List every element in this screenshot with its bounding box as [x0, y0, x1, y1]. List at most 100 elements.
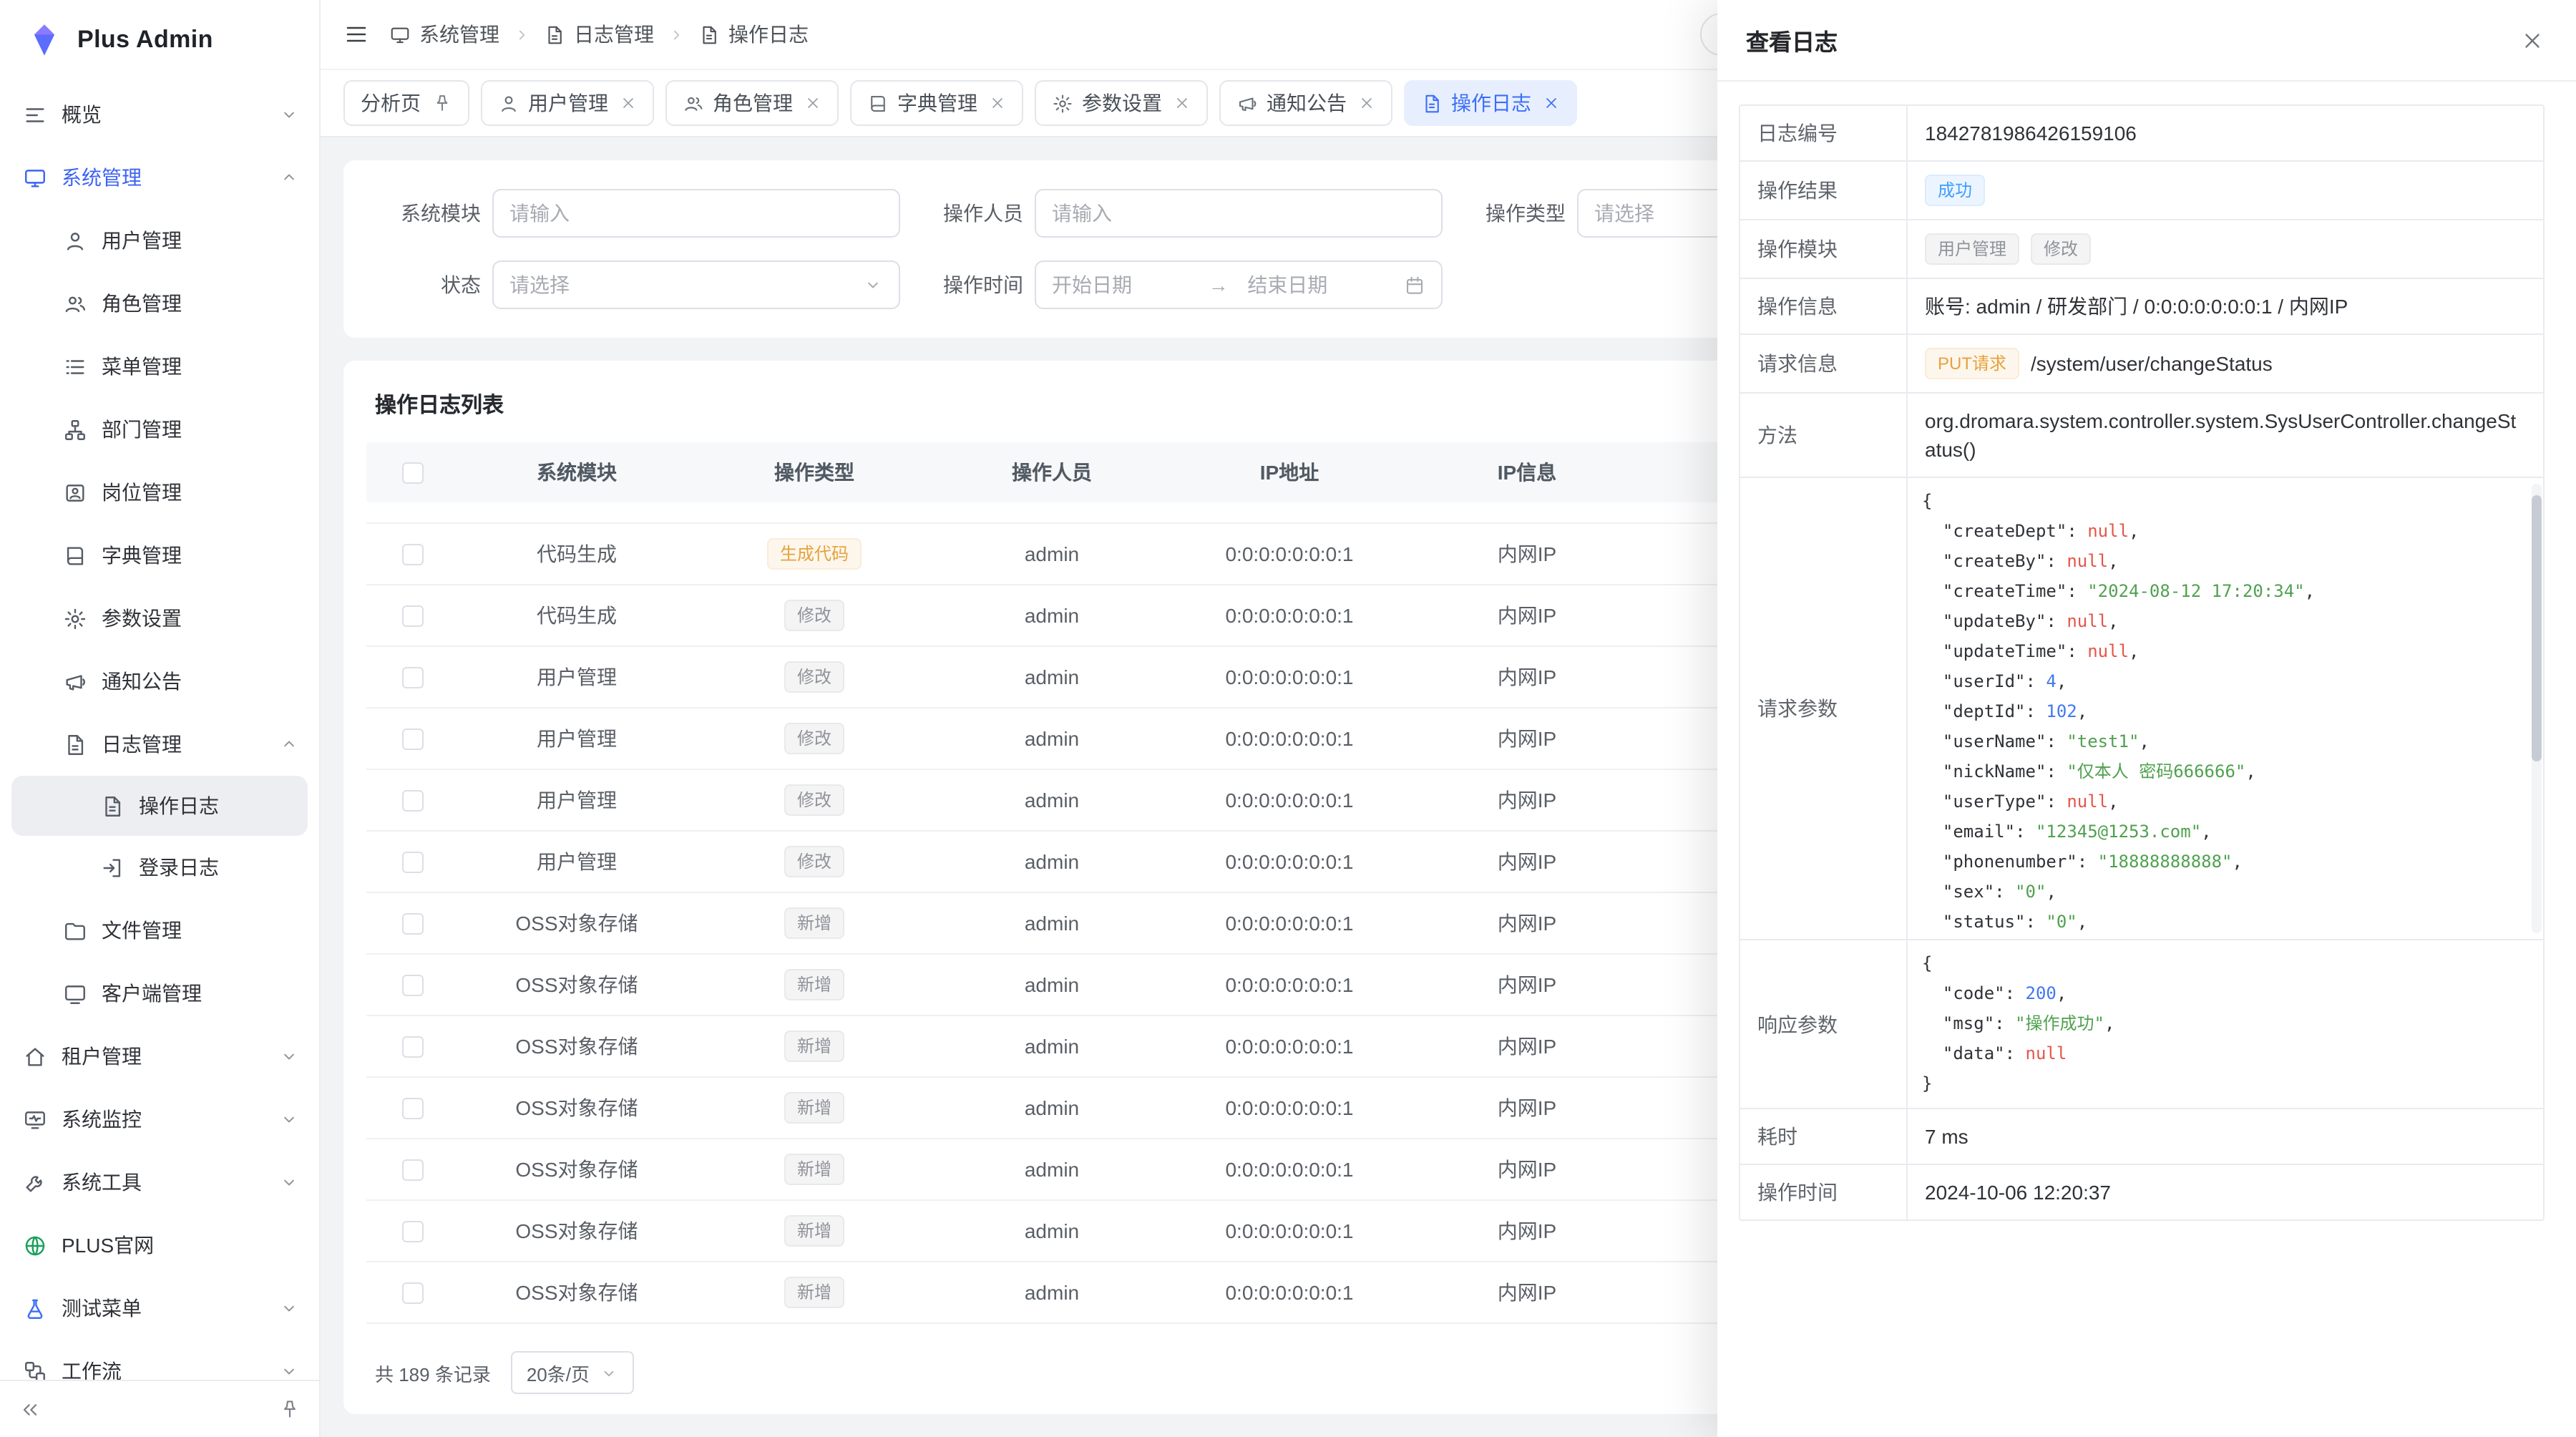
- chevron-down-icon: [600, 1363, 618, 1382]
- cell-operator: admin: [933, 604, 1171, 627]
- row-checkbox[interactable]: [401, 1036, 423, 1057]
- list-icon: [63, 354, 87, 379]
- row-checkbox[interactable]: [401, 851, 423, 872]
- close-tab-icon[interactable]: [1358, 94, 1375, 112]
- detail-label: 操作模块: [1740, 220, 1908, 278]
- row-checkbox[interactable]: [401, 1282, 423, 1303]
- breadcrumb-item[interactable]: 日志管理: [544, 20, 654, 49]
- row-checkbox[interactable]: [401, 1159, 423, 1180]
- detail-row-operation-result: 操作结果成功: [1740, 162, 2543, 220]
- select-all-checkbox[interactable]: [401, 462, 423, 483]
- action-tag: 修改: [784, 723, 844, 754]
- app-logo[interactable]: Plus Admin: [0, 0, 319, 80]
- row-checkbox[interactable]: [401, 728, 423, 749]
- book-icon: [63, 543, 87, 568]
- sidebar-item-menu-management[interactable]: 菜单管理: [0, 335, 319, 398]
- tab-role-management[interactable]: 角色管理: [665, 80, 839, 126]
- detail-row-operation-info: 操作信息账号: admin / 研发部门 / 0:0:0:0:0:0:0:1 /…: [1740, 279, 2543, 335]
- sidebar-item-workflow[interactable]: 工作流: [0, 1340, 319, 1380]
- sidebar: Plus Admin 概览系统管理用户管理角色管理菜单管理部门管理岗位管理字典管…: [0, 0, 321, 1437]
- log-detail-table: 日志编号1842781986426159106操作结果成功操作模块用户管理修改操…: [1739, 104, 2545, 1221]
- sidebar-item-test-menu[interactable]: 测试菜单: [0, 1277, 319, 1340]
- tab-label: 操作日志: [1451, 89, 1531, 117]
- close-tab-icon[interactable]: [620, 94, 637, 112]
- home-icon: [23, 1044, 47, 1068]
- sidebar-item-role-management[interactable]: 角色管理: [0, 272, 319, 335]
- sidebar-item-dict-management[interactable]: 字典管理: [0, 524, 319, 587]
- sidebar-item-overview[interactable]: 概览: [0, 83, 319, 146]
- sidebar-item-log-management[interactable]: 日志管理: [0, 713, 319, 776]
- filter-field-status: 状态请选择: [378, 260, 900, 309]
- sidebar-item-dept-management[interactable]: 部门管理: [0, 398, 319, 461]
- result-tag: 成功: [1925, 175, 1985, 206]
- sidebar-item-param-settings[interactable]: 参数设置: [0, 587, 319, 650]
- total-records: 共 189 条记录: [375, 1359, 491, 1386]
- sidebar-item-system-monitor[interactable]: 系统监控: [0, 1088, 319, 1151]
- close-tab-icon[interactable]: [1543, 94, 1560, 112]
- breadcrumb-item[interactable]: 系统管理: [389, 20, 499, 49]
- row-checkbox[interactable]: [401, 1097, 423, 1119]
- action-tag: 修改: [784, 846, 844, 877]
- tab-notice[interactable]: 通知公告: [1219, 80, 1392, 126]
- row-checkbox[interactable]: [401, 789, 423, 811]
- tab-analysis[interactable]: 分析页: [343, 80, 469, 126]
- row-checkbox[interactable]: [401, 543, 423, 565]
- cell-module: OSS对象存储: [458, 909, 696, 937]
- breadcrumb-separator-icon: [512, 25, 531, 44]
- sidebar-item-file-management[interactable]: 文件管理: [0, 899, 319, 962]
- row-checkbox[interactable]: [401, 605, 423, 626]
- breadcrumb-item[interactable]: 操作日志: [698, 20, 809, 49]
- tab-user-management[interactable]: 用户管理: [481, 80, 654, 126]
- system-module-input[interactable]: [492, 189, 900, 238]
- close-tab-icon[interactable]: [989, 94, 1006, 112]
- close-tab-icon[interactable]: [804, 94, 821, 112]
- pin-sidebar-button[interactable]: [279, 1398, 301, 1420]
- sidebar-item-post-management[interactable]: 岗位管理: [0, 461, 319, 524]
- user-icon: [498, 92, 519, 114]
- sidebar-item-label: 岗位管理: [102, 478, 182, 507]
- range-arrow: →: [1209, 273, 1229, 296]
- tab-dict-management[interactable]: 字典管理: [850, 80, 1023, 126]
- sidebar-item-client-management[interactable]: 客户端管理: [0, 962, 319, 1025]
- megaphone-icon: [1236, 92, 1258, 114]
- request-params-code[interactable]: { "createDept": null, "createBy": null, …: [1908, 478, 2543, 939]
- close-drawer-icon[interactable]: [2520, 28, 2545, 52]
- close-tab-icon[interactable]: [1174, 94, 1191, 112]
- cell-ip-info: 内网IP: [1408, 970, 1646, 999]
- operator-input[interactable]: [1035, 189, 1443, 238]
- operation-time-daterange[interactable]: 开始日期→结束日期: [1035, 260, 1443, 309]
- sidebar-item-login-log[interactable]: 登录日志: [0, 836, 319, 899]
- detail-row-response-params: 响应参数{ "code": 200, "msg": "操作成功", "data"…: [1740, 940, 2543, 1109]
- tab-operation-log[interactable]: 操作日志: [1404, 80, 1577, 126]
- pin-icon[interactable]: [432, 93, 452, 113]
- request-path: /system/user/changeStatus: [2031, 349, 2273, 378]
- hamburger-menu-icon[interactable]: [343, 21, 369, 47]
- row-checkbox[interactable]: [401, 666, 423, 688]
- sidebar-footer: [0, 1380, 319, 1437]
- sidebar-item-tenant-management[interactable]: 租户管理: [0, 1025, 319, 1088]
- detail-row-method: 方法org.dromara.system.controller.system.S…: [1740, 394, 2543, 478]
- page-size-select[interactable]: 20条/页: [511, 1351, 634, 1394]
- status-select[interactable]: 请选择: [492, 260, 900, 309]
- doc-icon: [698, 24, 720, 45]
- sidebar-item-notice[interactable]: 通知公告: [0, 650, 319, 713]
- sidebar-item-label: 文件管理: [102, 916, 182, 945]
- collapse-sidebar-button[interactable]: [19, 1398, 42, 1421]
- tab-param-settings[interactable]: 参数设置: [1035, 80, 1208, 126]
- sidebar-item-system-tools[interactable]: 系统工具: [0, 1151, 319, 1214]
- sidebar-item-system-management[interactable]: 系统管理: [0, 146, 319, 209]
- action-tag: 新增: [784, 1277, 844, 1308]
- sidebar-item-user-management[interactable]: 用户管理: [0, 209, 319, 272]
- cell-ip: 0:0:0:0:0:0:0:1: [1171, 1158, 1408, 1181]
- row-checkbox[interactable]: [401, 974, 423, 995]
- row-checkbox[interactable]: [401, 912, 423, 934]
- sidebar-item-plus-website[interactable]: PLUS官网: [0, 1214, 319, 1277]
- scrollbar-thumb[interactable]: [2532, 495, 2542, 761]
- sidebar-item-operation-log[interactable]: 操作日志: [11, 776, 308, 836]
- detail-value: 1842781986426159106: [1908, 106, 2543, 160]
- flask-icon: [23, 1296, 47, 1320]
- row-checkbox[interactable]: [401, 1220, 423, 1242]
- detail-value: PUT请求/system/user/changeStatus: [1908, 335, 2543, 392]
- sidebar-item-label: 菜单管理: [102, 352, 182, 381]
- tab-label: 字典管理: [897, 89, 977, 117]
